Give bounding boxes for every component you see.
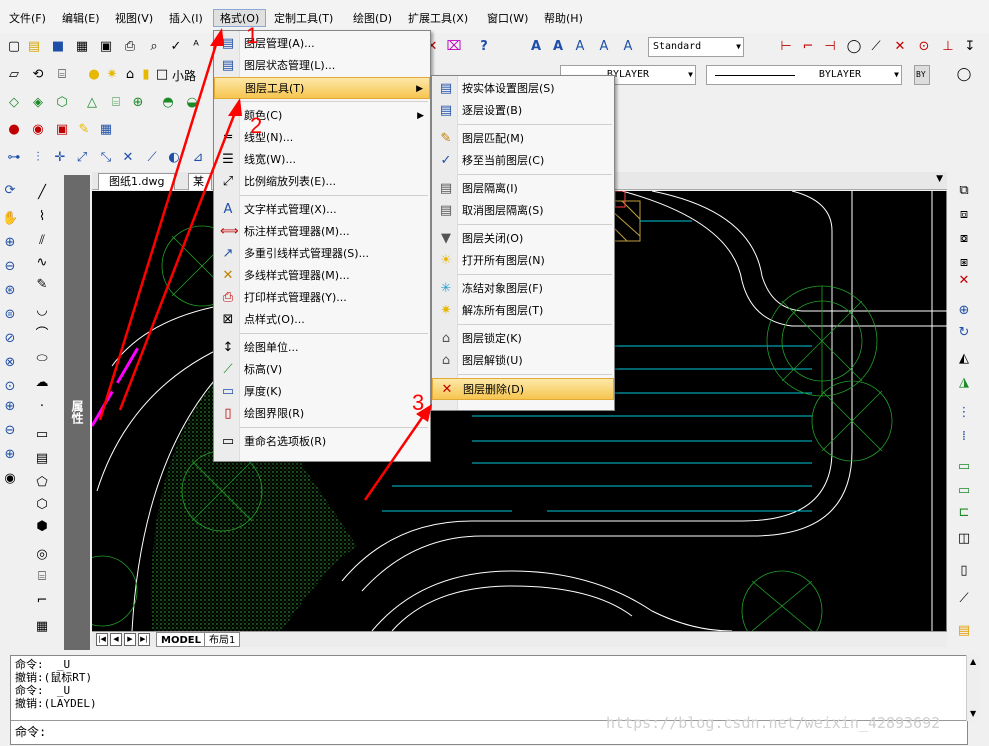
arrow-head-2: [228, 98, 242, 116]
arrow-line-1: [98, 37, 220, 421]
arrow-head-1: [210, 28, 224, 46]
annotation-overlay: [98, 28, 432, 501]
annotation-2: 2: [250, 113, 263, 138]
annotation-1: 1: [246, 23, 259, 48]
arrow-line-2: [118, 109, 238, 411]
annotation-3: 3: [412, 390, 425, 415]
arrow-line-3: [363, 411, 428, 501]
